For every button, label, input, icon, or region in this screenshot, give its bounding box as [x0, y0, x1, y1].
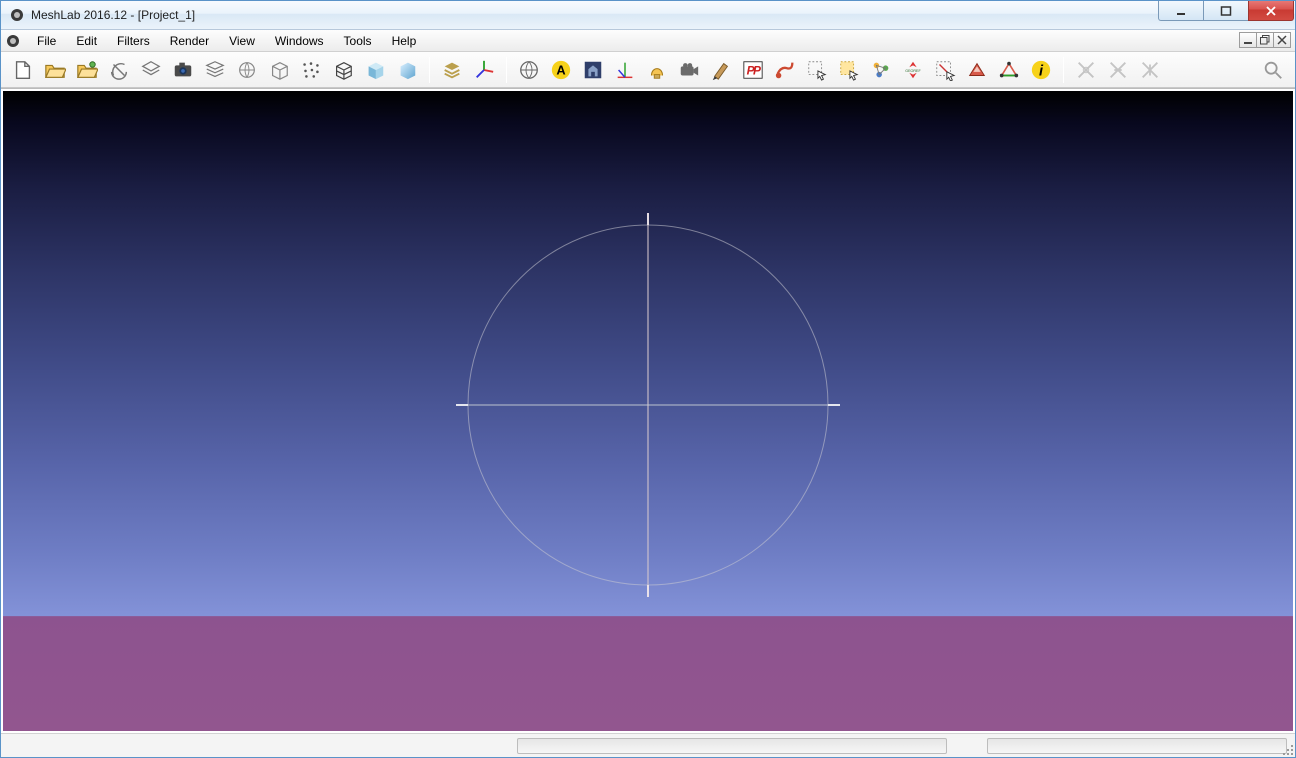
- axes-colored-button[interactable]: [469, 55, 499, 85]
- select-poly-button[interactable]: [994, 55, 1024, 85]
- toolbar-group-3: A PP: [513, 55, 1057, 85]
- reload-button[interactable]: [104, 55, 134, 85]
- open-mesh-button[interactable]: [72, 55, 102, 85]
- svg-text:A: A: [556, 62, 565, 77]
- select-faces-button[interactable]: [834, 55, 864, 85]
- axis-indicator-button[interactable]: [610, 55, 640, 85]
- svg-text:GEOREF: GEOREF: [905, 68, 921, 72]
- toolbar-separator: [1063, 57, 1064, 83]
- menu-filters[interactable]: Filters: [107, 32, 160, 50]
- app-icon: [9, 7, 25, 23]
- toolbar: A PP: [1, 52, 1295, 88]
- viewport-container: [1, 88, 1295, 733]
- statusbar: [1, 733, 1295, 757]
- titlebar: MeshLab 2016.12 - [Project_1]: [1, 1, 1295, 30]
- measure-2-button: [1103, 55, 1133, 85]
- measure-3-button: [1135, 55, 1165, 85]
- maximize-button[interactable]: [1203, 1, 1249, 21]
- points-button[interactable]: [296, 55, 326, 85]
- solid-smooth-button[interactable]: [392, 55, 422, 85]
- import-raster-button[interactable]: [136, 55, 166, 85]
- minimize-button[interactable]: [1158, 1, 1204, 21]
- paint-button[interactable]: [706, 55, 736, 85]
- info-button[interactable]: i: [1026, 55, 1056, 85]
- toolbar-group-2: [436, 55, 500, 85]
- mdi-controls: [1240, 32, 1291, 48]
- select-rect-button[interactable]: [930, 55, 960, 85]
- menubar: File Edit Filters Render View Windows To…: [1, 30, 1295, 52]
- mdi-close-button[interactable]: [1273, 32, 1291, 48]
- search-button[interactable]: [1258, 55, 1288, 85]
- bounding-box-button[interactable]: [264, 55, 294, 85]
- close-button[interactable]: [1248, 1, 1294, 21]
- pp-filter-button[interactable]: PP: [738, 55, 768, 85]
- globe-button[interactable]: [514, 55, 544, 85]
- select-vertices-button[interactable]: [802, 55, 832, 85]
- home-button[interactable]: [578, 55, 608, 85]
- snapshot-button[interactable]: [168, 55, 198, 85]
- window-title: MeshLab 2016.12 - [Project_1]: [31, 8, 195, 22]
- shading-stack-button[interactable]: [437, 55, 467, 85]
- menu-file[interactable]: File: [27, 32, 66, 50]
- menu-windows[interactable]: Windows: [265, 32, 334, 50]
- window-controls: [1159, 1, 1294, 21]
- menu-tools[interactable]: Tools: [334, 32, 382, 50]
- layer-dialog-button[interactable]: [200, 55, 230, 85]
- toolbar-group-4: [1070, 55, 1166, 85]
- mdi-minimize-button[interactable]: [1239, 32, 1257, 48]
- progress-bar-2: [987, 738, 1287, 754]
- select-connected-button[interactable]: [866, 55, 896, 85]
- toolbar-group-1: [7, 55, 423, 85]
- globe-shading-button[interactable]: [232, 55, 262, 85]
- camera-button[interactable]: [674, 55, 704, 85]
- align-button[interactable]: A: [546, 55, 576, 85]
- toolbar-separator: [429, 57, 430, 83]
- menu-render[interactable]: Render: [160, 32, 219, 50]
- mdi-restore-button[interactable]: [1256, 32, 1274, 48]
- trackball-gizmo[interactable]: [448, 205, 848, 605]
- light-edit-button[interactable]: [642, 55, 672, 85]
- app-icon-small: [5, 33, 21, 49]
- resize-grip[interactable]: [1279, 741, 1293, 755]
- menu-edit[interactable]: Edit: [66, 32, 107, 50]
- app-window: MeshLab 2016.12 - [Project_1] File Edit …: [0, 0, 1296, 758]
- svg-text:P: P: [753, 63, 761, 77]
- select-invert-button[interactable]: [962, 55, 992, 85]
- scene-3d[interactable]: [3, 91, 1293, 731]
- toolbar-separator: [506, 57, 507, 83]
- viewport[interactable]: [3, 91, 1293, 731]
- solid-flat-button[interactable]: [360, 55, 390, 85]
- open-project-button[interactable]: [40, 55, 70, 85]
- measure-1-button: [1071, 55, 1101, 85]
- progress-bar-1: [517, 738, 947, 754]
- georef-button[interactable]: GEOREF: [898, 55, 928, 85]
- new-project-button[interactable]: [8, 55, 38, 85]
- brush-button[interactable]: [770, 55, 800, 85]
- menu-view[interactable]: View: [219, 32, 265, 50]
- wireframe-button[interactable]: [328, 55, 358, 85]
- menu-help[interactable]: Help: [382, 32, 427, 50]
